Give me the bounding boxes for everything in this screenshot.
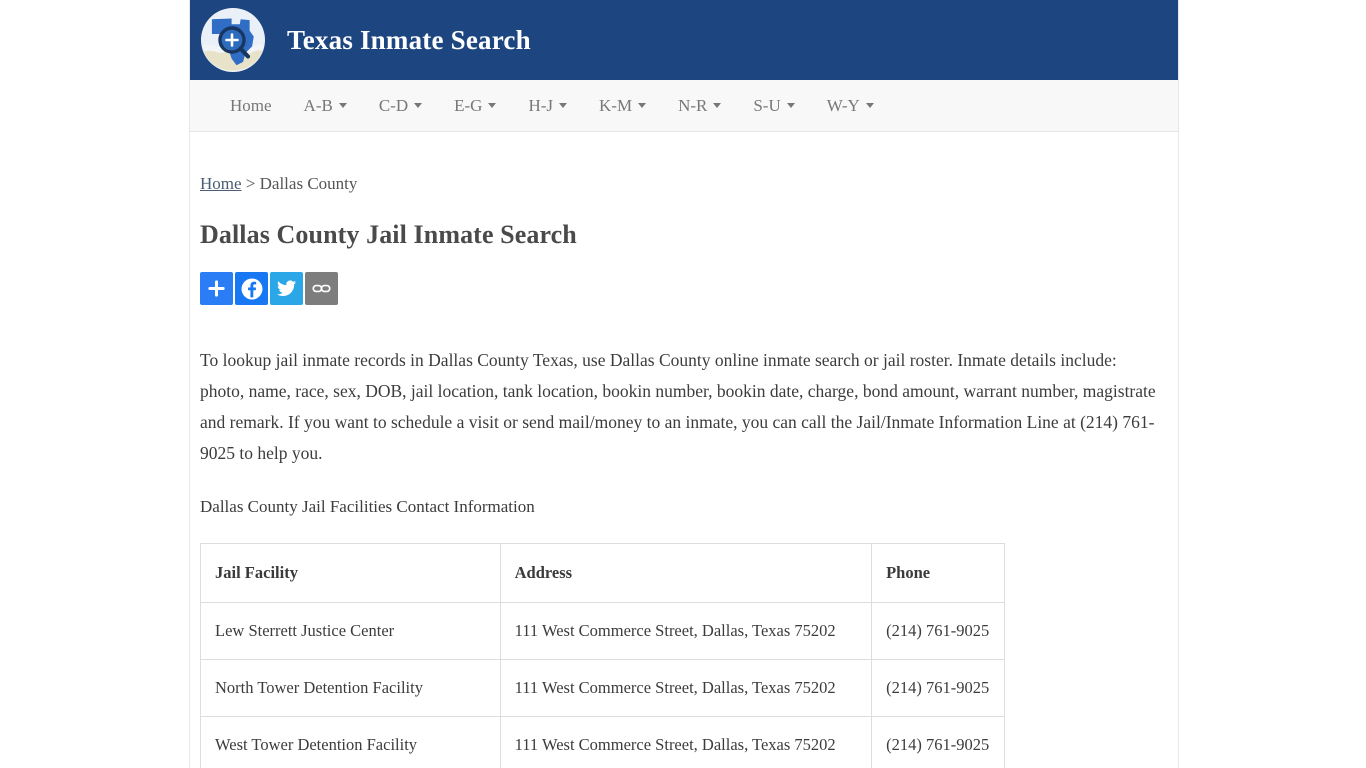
cell-facility: Lew Sterrett Justice Center	[200, 602, 501, 660]
nav-item-n-r[interactable]: N-R	[662, 88, 737, 124]
share-twitter-button[interactable]	[270, 272, 303, 305]
nav-item-home[interactable]: Home	[214, 88, 288, 124]
chevron-down-icon	[559, 103, 567, 108]
chevron-down-icon	[488, 103, 497, 108]
chevron-down-icon	[414, 103, 423, 108]
nav-item-label: W-Y	[826, 95, 860, 115]
breadcrumb: Home > Dallas County	[200, 174, 1158, 194]
main-navigation: Home A-B C-D E-G H-J K-M N-R S-U W-Y	[190, 80, 1178, 132]
breadcrumb-separator: >	[245, 174, 256, 193]
breadcrumb-link-home[interactable]: Home	[200, 174, 242, 193]
site-container: Texas Inmate Search Home A-B C-D E-G H-J	[189, 0, 1179, 768]
share-copy-link-button[interactable]	[305, 272, 338, 305]
chevron-down-icon	[713, 103, 722, 108]
main-content: Home > Dallas County Dallas County Jail …	[190, 132, 1178, 768]
nav-item-label: S-U	[753, 95, 781, 115]
table-row: West Tower Detention Facility 111 West C…	[200, 716, 1005, 768]
nav-item-label: H-J	[528, 95, 553, 115]
page-root: Texas Inmate Search Home A-B C-D E-G H-J	[0, 0, 1366, 768]
nav-item-k-m[interactable]: K-M	[583, 88, 662, 124]
nav-item-e-g[interactable]: E-G	[438, 88, 512, 124]
intro-paragraph: To lookup jail inmate records in Dallas …	[200, 350, 1156, 463]
table-header-row: Jail Facility Address Phone	[200, 543, 1005, 603]
nav-item-label: K-M	[599, 95, 633, 115]
plus-icon	[208, 280, 225, 297]
facebook-icon	[241, 278, 262, 299]
table-caption: Dallas County Jail Facilities Contact In…	[200, 497, 535, 516]
table-header-facility: Jail Facility	[200, 543, 501, 603]
nav-item-label: C-D	[378, 95, 409, 115]
share-addthis-button[interactable]	[200, 272, 233, 305]
texas-map-magnifier-icon[interactable]	[201, 8, 265, 72]
nav-item-label: Home	[230, 95, 272, 115]
breadcrumb-current: Dallas County	[259, 174, 358, 193]
table-header-phone: Phone	[871, 543, 1005, 603]
nav-item-label: N-R	[678, 95, 708, 115]
page-title: Dallas County Jail Inmate Search	[200, 220, 577, 249]
site-title: Texas Inmate Search	[287, 24, 531, 55]
table-header-address: Address	[499, 543, 873, 603]
table-row: Lew Sterrett Justice Center 111 West Com…	[200, 602, 1005, 660]
chevron-down-icon	[638, 103, 647, 108]
nav-item-label: E-G	[454, 95, 483, 115]
nav-item-w-y[interactable]: W-Y	[811, 88, 890, 124]
share-buttons	[200, 272, 1158, 305]
nav-item-label: A-B	[303, 95, 333, 115]
chevron-down-icon	[786, 103, 795, 108]
cell-phone: (214) 761-9025	[871, 659, 1005, 717]
nav-item-a-b[interactable]: A-B	[288, 88, 363, 124]
cell-facility: North Tower Detention Facility	[200, 659, 501, 717]
cell-address: 111 West Commerce Street, Dallas, Texas …	[499, 659, 873, 717]
site-header: Texas Inmate Search	[190, 0, 1178, 80]
nav-item-h-j[interactable]: H-J	[512, 88, 583, 124]
twitter-bird-icon	[276, 280, 297, 297]
chevron-down-icon	[338, 103, 347, 108]
table-row: North Tower Detention Facility 111 West …	[200, 659, 1005, 717]
chain-link-icon	[312, 284, 331, 293]
cell-phone: (214) 761-9025	[871, 602, 1005, 660]
cell-phone: (214) 761-9025	[871, 716, 1005, 768]
cell-address: 111 West Commerce Street, Dallas, Texas …	[499, 602, 873, 660]
nav-item-s-u[interactable]: S-U	[737, 88, 810, 124]
cell-address: 111 West Commerce Street, Dallas, Texas …	[499, 716, 873, 768]
chevron-down-icon	[865, 103, 874, 108]
cell-facility: West Tower Detention Facility	[200, 716, 501, 768]
facilities-table: Jail Facility Address Phone Lew Sterrett…	[200, 543, 1005, 768]
share-facebook-button[interactable]	[235, 272, 268, 305]
nav-item-c-d[interactable]: C-D	[363, 88, 438, 124]
